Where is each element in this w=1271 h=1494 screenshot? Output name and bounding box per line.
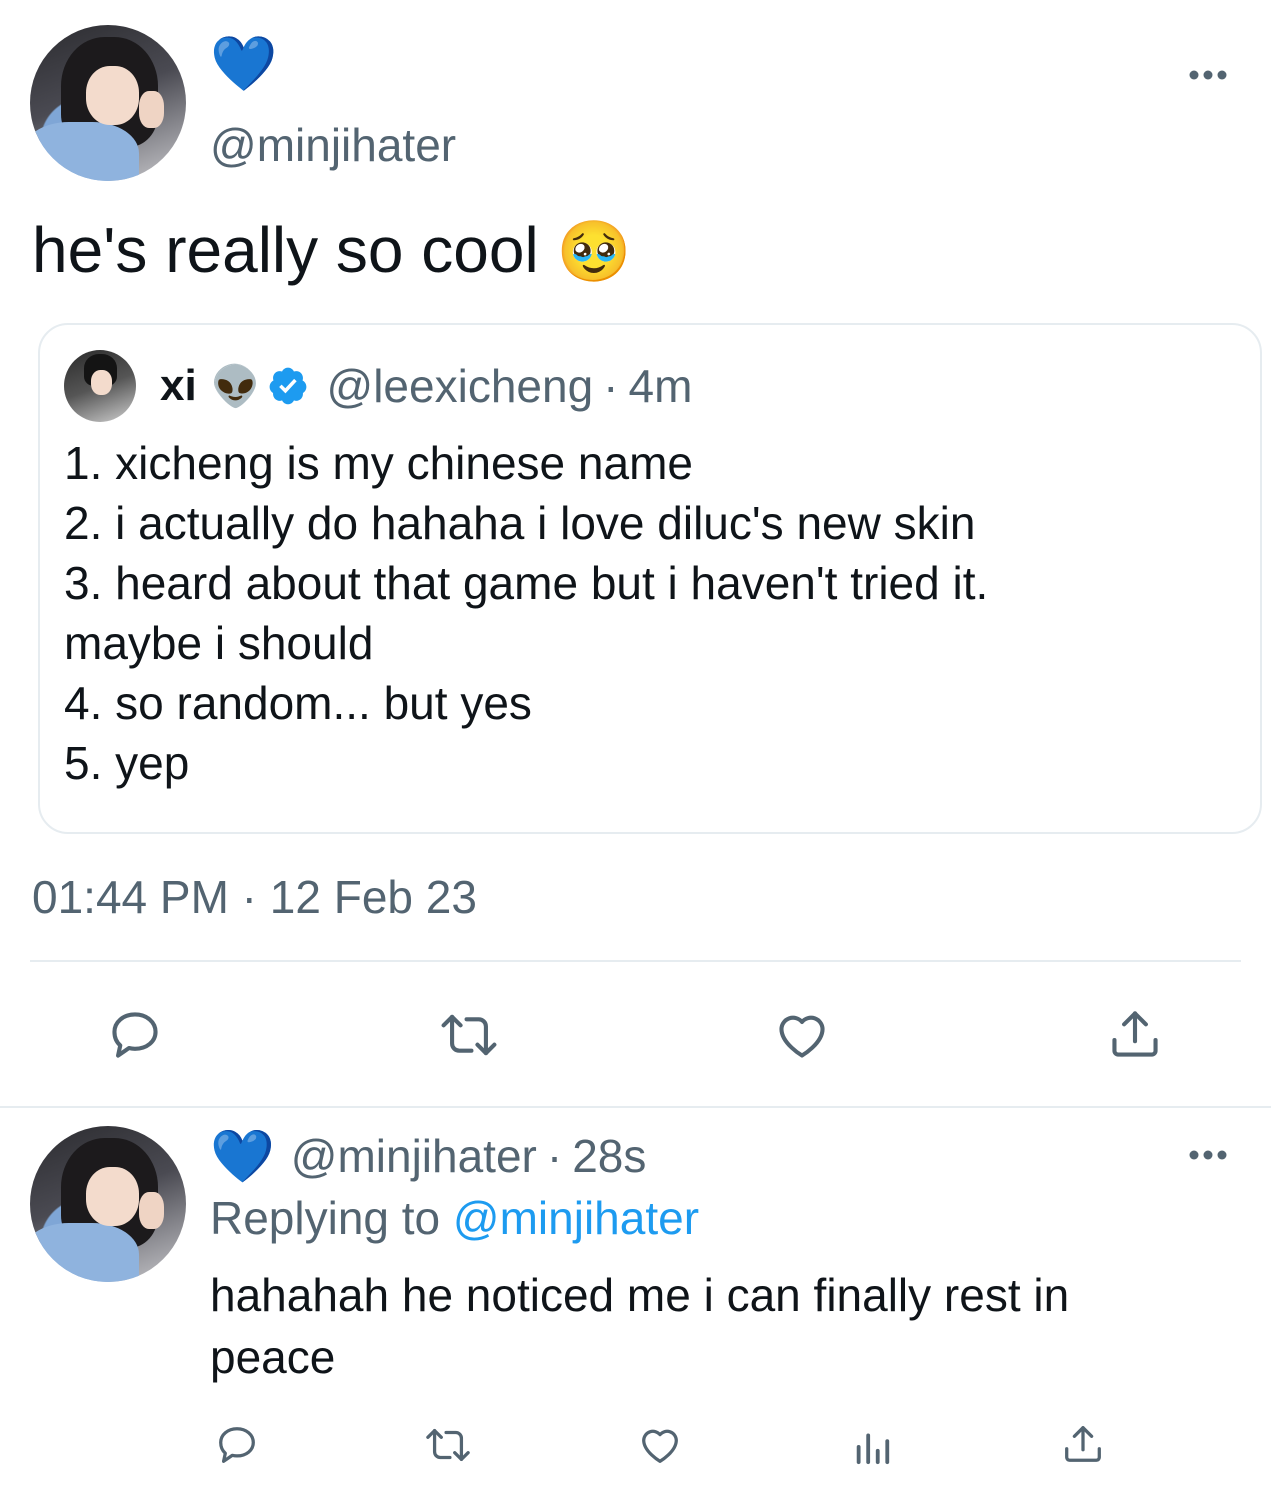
- quoted-line-1: 1. xicheng is my chinese name: [64, 437, 693, 489]
- quoted-line-2: 2. i actually do hahaha i love diluc's n…: [64, 497, 976, 549]
- reply-text-line-1: hahahah he noticed me i can finally rest…: [210, 1269, 1070, 1321]
- retweet-icon: [426, 1428, 470, 1462]
- analytics-icon: [856, 1433, 890, 1465]
- author-handle[interactable]: @minjihater: [210, 118, 456, 172]
- quoted-author-handle[interactable]: @leexicheng: [327, 359, 594, 413]
- verified-badge-icon: [269, 367, 306, 405]
- quoted-author-name[interactable]: xi: [160, 361, 197, 411]
- quoted-time: 4m: [628, 360, 693, 412]
- reply-reply-button[interactable]: [214, 1422, 260, 1468]
- reply-retweet-button[interactable]: [422, 1422, 474, 1468]
- reply-button[interactable]: [106, 1006, 164, 1064]
- like-icon: [779, 1015, 825, 1058]
- replying-to-handle-link[interactable]: @minjihater: [453, 1192, 699, 1244]
- avatar-leexicheng[interactable]: [64, 350, 136, 422]
- quoted-line-5: 4. so random... but yes: [64, 677, 532, 729]
- quoted-tweet[interactable]: xi 👽 @leexicheng · 4m 1. xicheng is my c…: [38, 323, 1262, 834]
- tweet-text: he's really so cool 🥹: [32, 212, 631, 290]
- replying-to-line: Replying to @minjihater: [210, 1190, 699, 1246]
- like-button[interactable]: [772, 1006, 832, 1064]
- avatar-minjihater-reply[interactable]: [30, 1126, 186, 1282]
- reply-like-button[interactable]: [636, 1422, 684, 1468]
- more-icon: [1189, 1150, 1227, 1160]
- share-icon: [1065, 1426, 1101, 1462]
- reply-display-name-emoji: 💙: [210, 1127, 275, 1186]
- reply-separator: ·: [546, 1130, 563, 1182]
- more-icon: [1189, 70, 1227, 80]
- reply-text: hahahah he noticed me i can finally rest…: [210, 1264, 1069, 1388]
- pleading-face-emoji: 🥹: [556, 218, 632, 285]
- more-options-button[interactable]: [1185, 60, 1231, 90]
- avatar-minjihater[interactable]: [30, 25, 186, 181]
- alien-emoji: 👽: [210, 364, 261, 409]
- quoted-line-4: maybe i should: [64, 617, 374, 669]
- retweet-icon: [441, 1014, 497, 1056]
- quoted-tweet-body: 1. xicheng is my chinese name 2. i actua…: [64, 433, 988, 793]
- quoted-line-6: 5. yep: [64, 737, 190, 789]
- reply-more-options-button[interactable]: [1185, 1140, 1231, 1170]
- reply-icon: [112, 1012, 158, 1058]
- divider: [30, 960, 1241, 962]
- share-icon: [1112, 1011, 1158, 1057]
- reply-text-line-2: peace: [210, 1331, 336, 1383]
- reply-author-handle[interactable]: @minjihater: [291, 1129, 537, 1183]
- reply-share-button[interactable]: [1060, 1420, 1106, 1468]
- reply-time: 28s: [572, 1130, 647, 1182]
- display-name-emoji: 💙: [210, 34, 278, 94]
- tweet-text-content: he's really so cool: [32, 214, 539, 286]
- reply-icon: [219, 1427, 255, 1463]
- quoted-author-line: xi 👽 @leexicheng · 4m: [160, 355, 692, 417]
- like-icon: [642, 1429, 678, 1463]
- tweet-timestamp[interactable]: 01:44 PM · 12 Feb 23: [32, 870, 477, 924]
- reply-header: 💙 @minjihater · 28s: [210, 1126, 646, 1186]
- quoted-line-3: 3. heard about that game but i haven't t…: [64, 557, 989, 609]
- divider: [0, 1106, 1271, 1108]
- quoted-separator: ·: [603, 360, 619, 412]
- reply-analytics-button[interactable]: [852, 1424, 892, 1466]
- share-button[interactable]: [1106, 1004, 1164, 1064]
- replying-to-label: Replying to: [210, 1192, 441, 1244]
- retweet-button[interactable]: [436, 1006, 502, 1064]
